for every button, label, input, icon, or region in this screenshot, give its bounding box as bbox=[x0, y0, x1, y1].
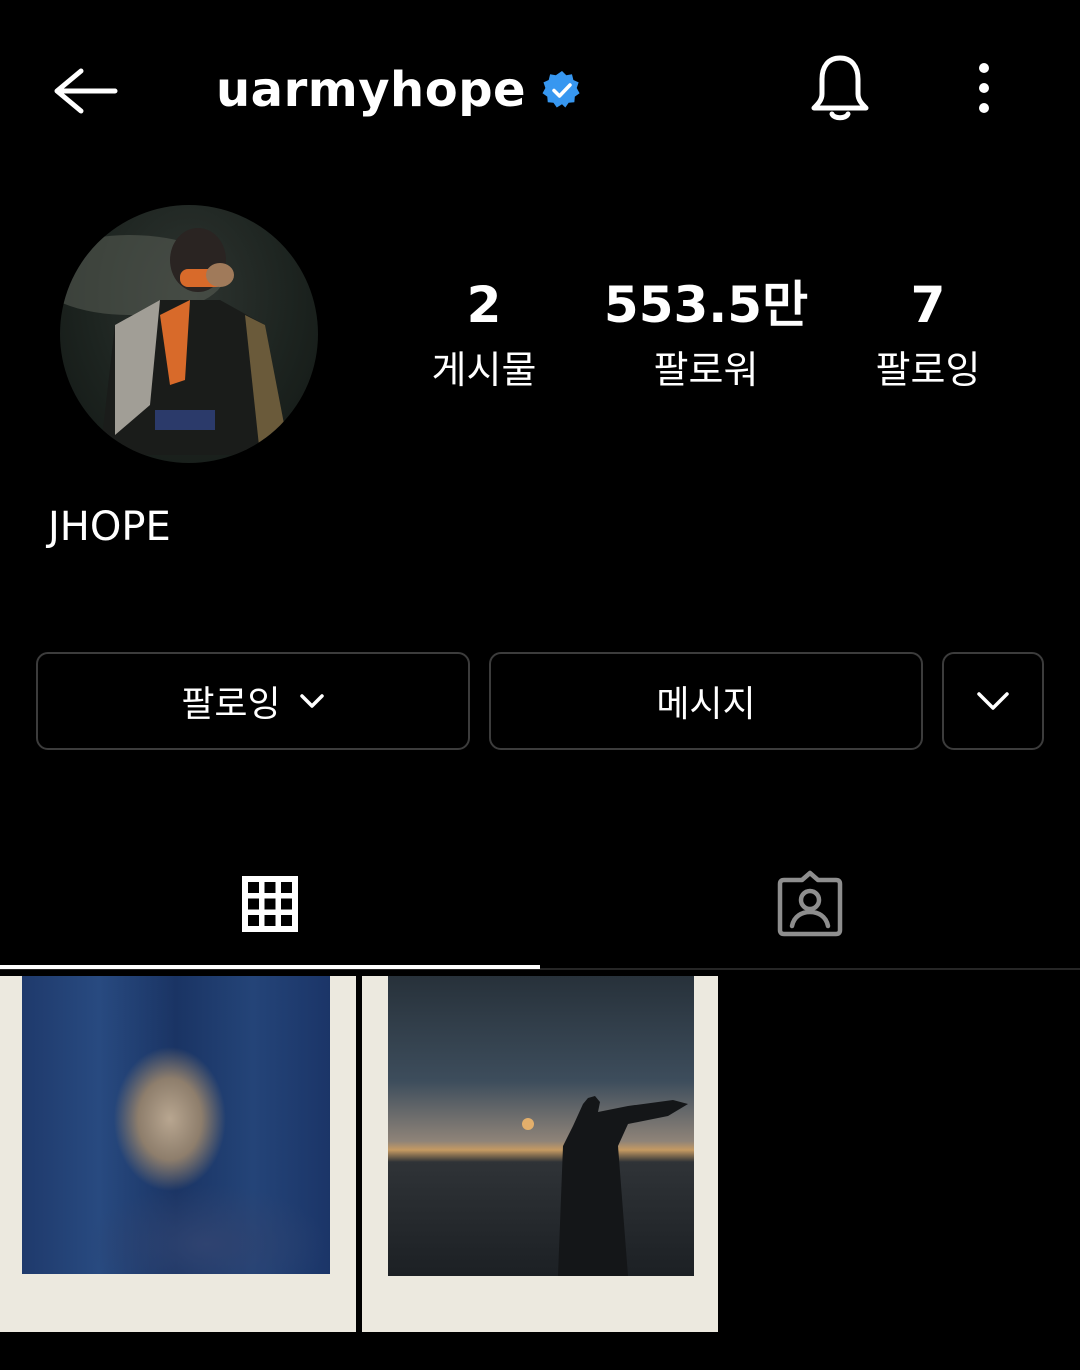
followers-count[interactable]: 553.5만 팔로워 bbox=[596, 270, 816, 398]
chevron-down-icon bbox=[977, 692, 1009, 710]
tab-tagged[interactable] bbox=[540, 840, 1080, 968]
following-count[interactable]: 7 팔로잉 bbox=[818, 270, 1038, 398]
message-button[interactable]: 메시지 bbox=[489, 652, 923, 750]
username: uarmyhope bbox=[216, 62, 527, 118]
profile-header-title: uarmyhope bbox=[216, 52, 582, 128]
back-button[interactable] bbox=[44, 58, 124, 124]
verified-badge-icon bbox=[542, 70, 582, 110]
tab-posts-grid[interactable] bbox=[0, 840, 540, 968]
suggested-accounts-button[interactable] bbox=[942, 652, 1044, 750]
active-tab-indicator bbox=[0, 965, 540, 969]
following-button[interactable]: 팔로잉 bbox=[36, 652, 470, 750]
chevron-down-icon bbox=[299, 693, 325, 709]
message-button-label: 메시지 bbox=[656, 684, 756, 725]
notifications-button[interactable] bbox=[800, 48, 880, 128]
followers-count-value: 553.5만 bbox=[603, 276, 809, 334]
more-options-button[interactable] bbox=[952, 48, 1016, 128]
arrow-left-icon bbox=[54, 68, 118, 114]
grid-icon bbox=[242, 876, 298, 932]
avatar-image bbox=[60, 228, 290, 455]
profile-avatar[interactable] bbox=[60, 205, 318, 463]
tagged-icon bbox=[777, 870, 843, 937]
post-thumbnail[interactable] bbox=[0, 976, 356, 1332]
post-thumbnail[interactable] bbox=[362, 976, 718, 1332]
following-button-label: 팔로잉 bbox=[181, 684, 281, 725]
posts-count-value: 2 bbox=[466, 276, 502, 334]
following-count-label: 팔로잉 bbox=[875, 348, 981, 392]
more-vertical-icon bbox=[979, 63, 989, 113]
followers-count-label: 팔로워 bbox=[653, 348, 759, 392]
following-count-value: 7 bbox=[910, 276, 946, 334]
posts-count[interactable]: 2 게시물 bbox=[374, 270, 594, 398]
post-image bbox=[22, 976, 330, 1274]
bell-icon bbox=[811, 55, 869, 121]
post-image bbox=[388, 976, 694, 1276]
posts-count-label: 게시물 bbox=[431, 348, 537, 392]
display-name: JHOPE bbox=[48, 504, 171, 550]
